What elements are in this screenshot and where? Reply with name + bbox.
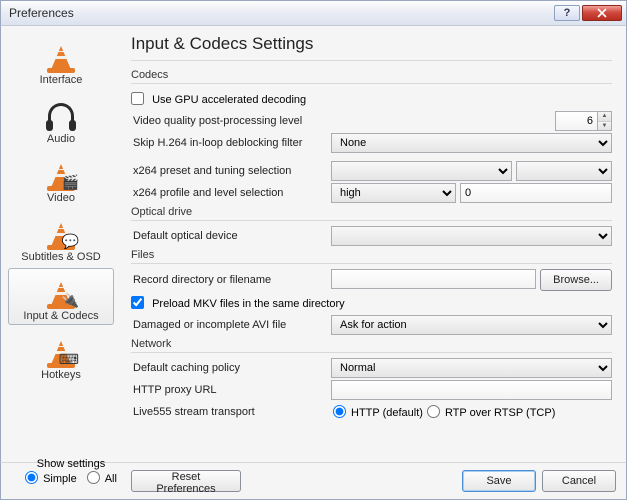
- record-dir-label: Record directory or filename: [131, 274, 331, 286]
- postproc-label: Video quality post-processing level: [131, 115, 331, 127]
- x264-preset-select[interactable]: [331, 161, 512, 181]
- show-settings-label: Show settings: [11, 458, 131, 470]
- proxy-label: HTTP proxy URL: [131, 384, 331, 396]
- caching-select[interactable]: Normal: [331, 358, 612, 378]
- avi-select[interactable]: Ask for action: [331, 315, 612, 335]
- save-button[interactable]: Save: [462, 470, 536, 492]
- avi-label: Damaged or incomplete AVI file: [131, 319, 331, 331]
- preload-mkv-checkbox[interactable]: Preload MKV files in the same directory: [131, 296, 345, 310]
- cone-icon: [41, 37, 81, 73]
- footer: Show settings Simple All Reset Preferenc…: [0, 462, 627, 500]
- live555-label: Live555 stream transport: [131, 406, 331, 418]
- page-title: Input & Codecs Settings: [131, 34, 612, 54]
- optical-device-select[interactable]: [331, 226, 612, 246]
- group-network: Network: [131, 336, 612, 353]
- sidebar-item-input-codecs[interactable]: 🔌 Input & Codecs: [8, 268, 114, 325]
- skip-loop-select[interactable]: None: [331, 133, 612, 153]
- group-files: Files: [131, 247, 612, 264]
- postproc-spinner[interactable]: ▲▼: [555, 111, 612, 131]
- show-settings-all-radio[interactable]: All: [87, 471, 117, 485]
- cancel-button[interactable]: Cancel: [542, 470, 616, 492]
- titlebar: Preferences ?: [0, 0, 627, 26]
- group-codecs: Codecs: [131, 67, 612, 84]
- sidebar-item-subtitles[interactable]: 💬 Subtitles & OSD: [8, 209, 114, 266]
- x264-preset-label: x264 preset and tuning selection: [131, 165, 331, 177]
- x264-profile-select[interactable]: high: [331, 183, 456, 203]
- sidebar-item-audio[interactable]: Audio: [8, 91, 114, 148]
- optical-device-label: Default optical device: [131, 230, 331, 242]
- cone-icon: ⌨: [41, 332, 81, 368]
- cone-icon: 💬: [41, 214, 81, 250]
- show-settings-simple-radio[interactable]: Simple: [25, 471, 77, 485]
- spin-down-icon[interactable]: ▼: [598, 122, 611, 131]
- gpu-decoding-checkbox[interactable]: Use GPU accelerated decoding: [131, 92, 306, 106]
- skip-loop-label: Skip H.264 in-loop deblocking filter: [131, 137, 331, 149]
- cone-icon: 🎬: [41, 155, 81, 191]
- reset-preferences-button[interactable]: Reset Preferences: [131, 470, 241, 492]
- x264-level-input[interactable]: [460, 183, 612, 203]
- live555-rtp-radio[interactable]: RTP over RTSP (TCP): [427, 405, 555, 419]
- browse-button[interactable]: Browse...: [540, 269, 612, 291]
- live555-http-radio[interactable]: HTTP (default): [333, 405, 423, 419]
- group-optical: Optical drive: [131, 204, 612, 221]
- window-title: Preferences: [9, 6, 554, 20]
- main-panel: Input & Codecs Settings Codecs Use GPU a…: [121, 26, 626, 462]
- x264-tuning-select[interactable]: [516, 161, 612, 181]
- spin-up-icon[interactable]: ▲: [598, 112, 611, 122]
- x264-profile-label: x264 profile and level selection: [131, 187, 331, 199]
- sidebar-item-interface[interactable]: Interface: [8, 32, 114, 89]
- sidebar-item-video[interactable]: 🎬 Video: [8, 150, 114, 207]
- close-button[interactable]: [582, 5, 622, 21]
- sidebar: Interface Audio 🎬 Video 💬 Subtitles & OS…: [1, 26, 121, 462]
- help-button[interactable]: ?: [554, 5, 580, 21]
- sidebar-item-hotkeys[interactable]: ⌨ Hotkeys: [8, 327, 114, 384]
- caching-label: Default caching policy: [131, 362, 331, 374]
- cone-icon: 🔌: [41, 273, 81, 309]
- headphones-icon: [41, 96, 81, 132]
- proxy-input[interactable]: [331, 380, 612, 400]
- record-dir-input[interactable]: [331, 269, 536, 289]
